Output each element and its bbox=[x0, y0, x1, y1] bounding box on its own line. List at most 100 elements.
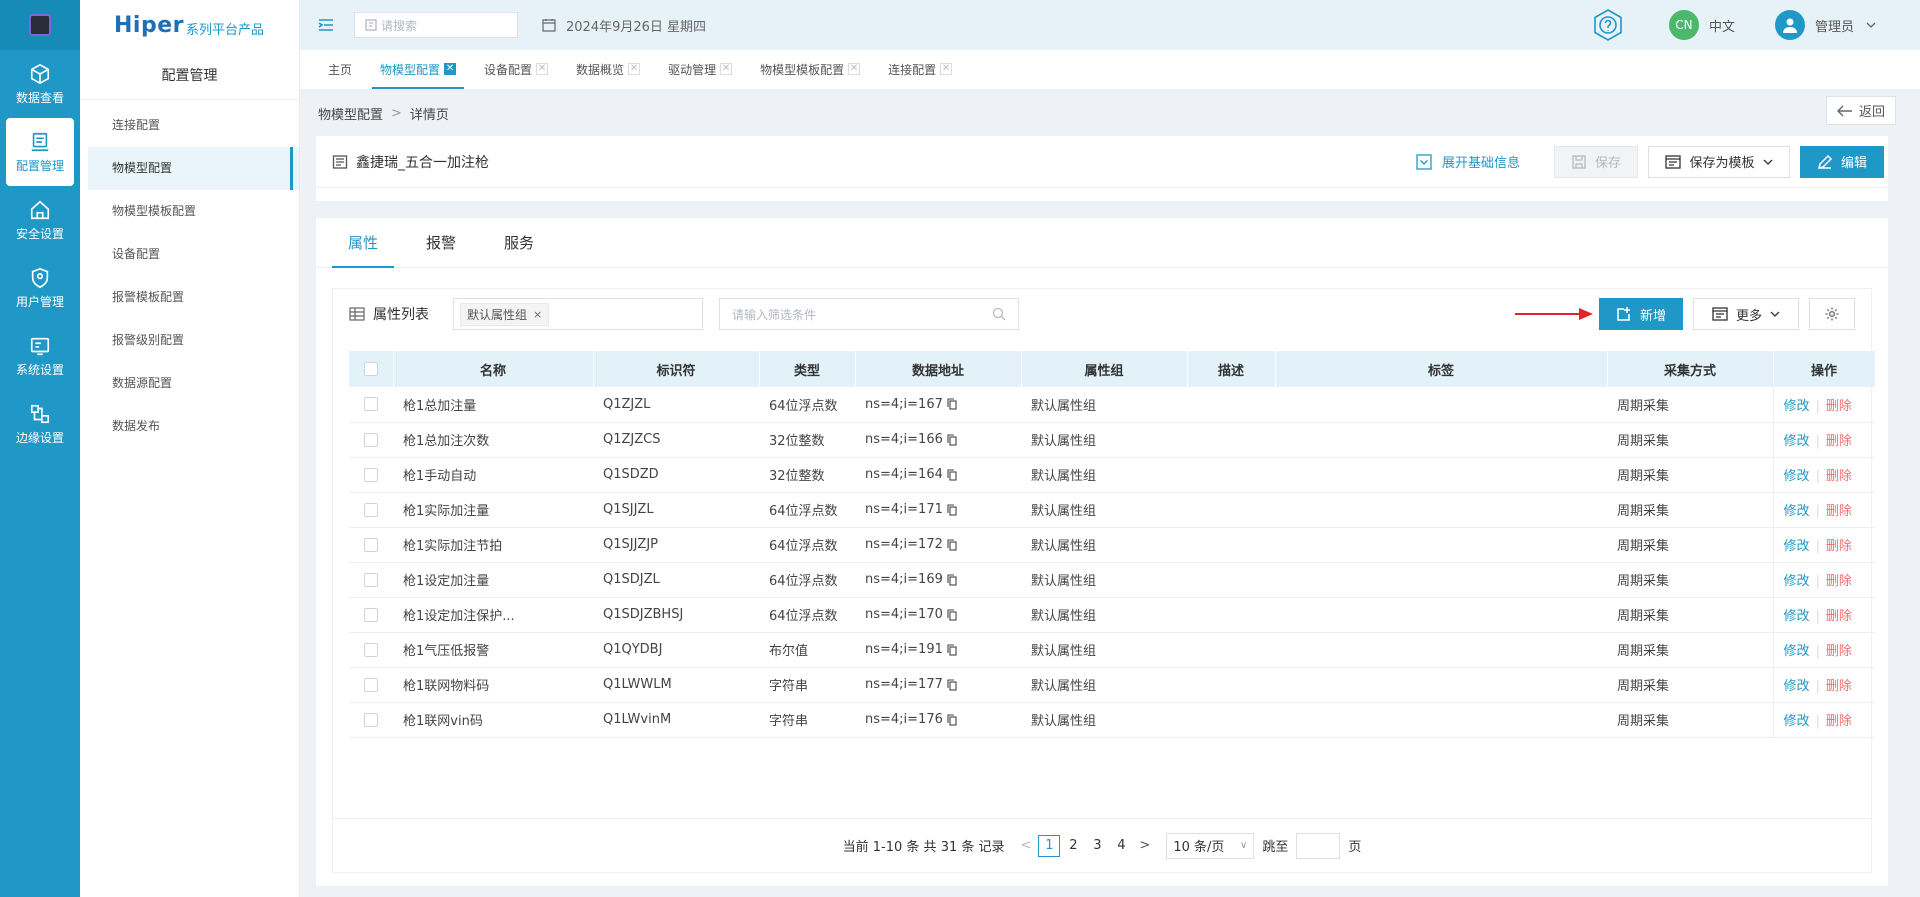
breadcrumb-parent[interactable]: 物模型配置 bbox=[318, 104, 383, 123]
tab-device-config[interactable]: 设备配置 ✕ bbox=[470, 49, 562, 89]
page-size-select[interactable]: 10 条/页 ∨ bbox=[1166, 832, 1255, 859]
jump-page-input[interactable] bbox=[1296, 832, 1341, 859]
tab-close-icon[interactable]: ✕ bbox=[848, 63, 861, 75]
tag-close-icon[interactable]: × bbox=[533, 308, 542, 321]
delete-link[interactable]: 删除 bbox=[1826, 399, 1852, 414]
sidebar-item-thing-model[interactable]: 物模型配置 bbox=[88, 147, 299, 190]
tab-close-icon[interactable]: ✕ bbox=[628, 63, 641, 75]
delete-link[interactable]: 删除 bbox=[1826, 434, 1852, 449]
rail-item-security[interactable]: 安全设置 bbox=[0, 186, 80, 254]
row-checkbox[interactable] bbox=[364, 572, 378, 587]
save-button[interactable]: 保存 bbox=[1554, 145, 1638, 178]
delete-link[interactable]: 删除 bbox=[1826, 714, 1852, 729]
next-page-button[interactable]: > bbox=[1139, 838, 1150, 853]
copy-icon[interactable] bbox=[947, 643, 957, 656]
edit-link[interactable]: 修改 bbox=[1784, 679, 1810, 694]
tab-services[interactable]: 服务 bbox=[488, 217, 550, 267]
tab-thing-model-config[interactable]: 物模型配置 ✕ bbox=[366, 49, 470, 89]
group-filter-select[interactable]: 默认属性组 × bbox=[453, 298, 703, 330]
sidebar-item-data-publish[interactable]: 数据发布 bbox=[80, 405, 299, 448]
search-input[interactable]: 请搜索 bbox=[354, 12, 518, 38]
chevron-down-icon[interactable] bbox=[1866, 20, 1876, 30]
edit-link[interactable]: 修改 bbox=[1784, 399, 1810, 414]
row-checkbox[interactable] bbox=[364, 712, 378, 727]
row-checkbox[interactable] bbox=[364, 502, 378, 517]
tab-driver-management[interactable]: 驱动管理 ✕ bbox=[654, 49, 746, 89]
edit-link[interactable]: 修改 bbox=[1784, 644, 1810, 659]
delete-link[interactable]: 删除 bbox=[1826, 469, 1852, 484]
delete-link[interactable]: 删除 bbox=[1826, 504, 1852, 519]
copy-icon[interactable] bbox=[947, 678, 957, 691]
tab-data-overview[interactable]: 数据概览 ✕ bbox=[562, 49, 654, 89]
copy-icon[interactable] bbox=[947, 713, 957, 726]
edit-link[interactable]: 修改 bbox=[1784, 434, 1810, 449]
delete-link[interactable]: 删除 bbox=[1826, 644, 1852, 659]
delete-link[interactable]: 删除 bbox=[1826, 609, 1852, 624]
edit-link[interactable]: 修改 bbox=[1784, 714, 1810, 729]
row-checkbox[interactable] bbox=[364, 467, 378, 482]
save-as-template-button[interactable]: 保存为模板 bbox=[1648, 145, 1790, 178]
rail-item-data-view[interactable]: 数据查看 bbox=[0, 50, 80, 118]
sidebar-item-datasource[interactable]: 数据源配置 bbox=[80, 362, 299, 405]
page-3[interactable]: 3 bbox=[1086, 835, 1108, 857]
edit-link[interactable]: 修改 bbox=[1784, 504, 1810, 519]
row-checkbox[interactable] bbox=[364, 677, 378, 692]
copy-icon[interactable] bbox=[947, 398, 957, 410]
edit-link[interactable]: 修改 bbox=[1784, 469, 1810, 484]
tab-close-icon[interactable]: ✕ bbox=[720, 63, 733, 75]
sidebar-item-thing-model-template[interactable]: 物模型模板配置 bbox=[80, 190, 299, 233]
delete-link[interactable]: 删除 bbox=[1826, 679, 1852, 694]
select-all-checkbox[interactable] bbox=[363, 362, 378, 376]
copy-icon[interactable] bbox=[947, 608, 957, 621]
row-checkbox[interactable] bbox=[364, 537, 378, 552]
row-checkbox[interactable] bbox=[364, 607, 378, 622]
page-4[interactable]: 4 bbox=[1110, 835, 1132, 857]
filter-input[interactable]: 请输入筛选条件 bbox=[719, 298, 1019, 330]
menu-collapse-icon[interactable] bbox=[316, 15, 336, 35]
copy-icon[interactable] bbox=[947, 468, 957, 481]
tab-alarms[interactable]: 报警 bbox=[410, 217, 472, 267]
user-name[interactable]: 管理员 bbox=[1815, 16, 1854, 35]
tab-close-icon[interactable]: ✕ bbox=[536, 63, 549, 75]
delete-link[interactable]: 删除 bbox=[1826, 539, 1852, 554]
rail-item-users[interactable]: 用户管理 bbox=[0, 254, 80, 322]
tab-properties[interactable]: 属性 bbox=[332, 217, 395, 268]
rail-item-config[interactable]: 配置管理 bbox=[6, 118, 74, 186]
user-avatar[interactable] bbox=[1774, 10, 1805, 40]
expand-basic-info-link[interactable]: 展开基础信息 bbox=[1416, 152, 1520, 171]
copy-icon[interactable] bbox=[947, 433, 957, 446]
language-label[interactable]: 中文 bbox=[1709, 16, 1735, 35]
rail-item-system[interactable]: 系统设置 bbox=[0, 322, 80, 390]
page-2[interactable]: 2 bbox=[1062, 835, 1084, 857]
tab-connection-config[interactable]: 连接配置 ✕ bbox=[874, 49, 966, 89]
edit-link[interactable]: 修改 bbox=[1784, 609, 1810, 624]
back-button[interactable]: 返回 bbox=[1826, 96, 1896, 125]
more-button[interactable]: 更多 bbox=[1693, 298, 1799, 330]
edit-button[interactable]: 编辑 bbox=[1800, 145, 1884, 178]
language-avatar[interactable]: CN bbox=[1668, 10, 1699, 40]
copy-icon[interactable] bbox=[947, 573, 957, 586]
tab-close-icon[interactable]: ✕ bbox=[444, 63, 457, 75]
sidebar-item-device[interactable]: 设备配置 bbox=[80, 233, 299, 276]
sidebar-item-alarm-template[interactable]: 报警模板配置 bbox=[80, 276, 299, 319]
sidebar-item-alarm-level[interactable]: 报警级别配置 bbox=[80, 319, 299, 362]
rail-item-label: 边缘设置 bbox=[15, 430, 64, 445]
column-settings-button[interactable] bbox=[1809, 298, 1855, 330]
row-checkbox[interactable] bbox=[364, 432, 378, 447]
copy-icon[interactable] bbox=[947, 503, 957, 516]
copy-icon[interactable] bbox=[947, 538, 957, 551]
delete-link[interactable]: 删除 bbox=[1826, 574, 1852, 589]
add-property-button[interactable]: 新增 bbox=[1599, 298, 1683, 330]
edit-link[interactable]: 修改 bbox=[1784, 539, 1810, 554]
row-checkbox[interactable] bbox=[364, 397, 378, 412]
tab-close-icon[interactable]: ✕ bbox=[940, 63, 953, 75]
tab-thing-model-template[interactable]: 物模型模板配置 ✕ bbox=[746, 49, 874, 89]
edit-link[interactable]: 修改 bbox=[1784, 574, 1810, 589]
help-hexagon-icon[interactable] bbox=[1591, 8, 1625, 42]
rail-item-edge[interactable]: 边缘设置 bbox=[0, 390, 80, 458]
sidebar-item-connection[interactable]: 连接配置 bbox=[80, 104, 299, 147]
tab-home[interactable]: 主页 bbox=[314, 49, 366, 89]
prev-page-button[interactable]: < bbox=[1021, 838, 1032, 853]
page-1[interactable]: 1 bbox=[1038, 834, 1061, 857]
row-checkbox[interactable] bbox=[364, 642, 378, 657]
